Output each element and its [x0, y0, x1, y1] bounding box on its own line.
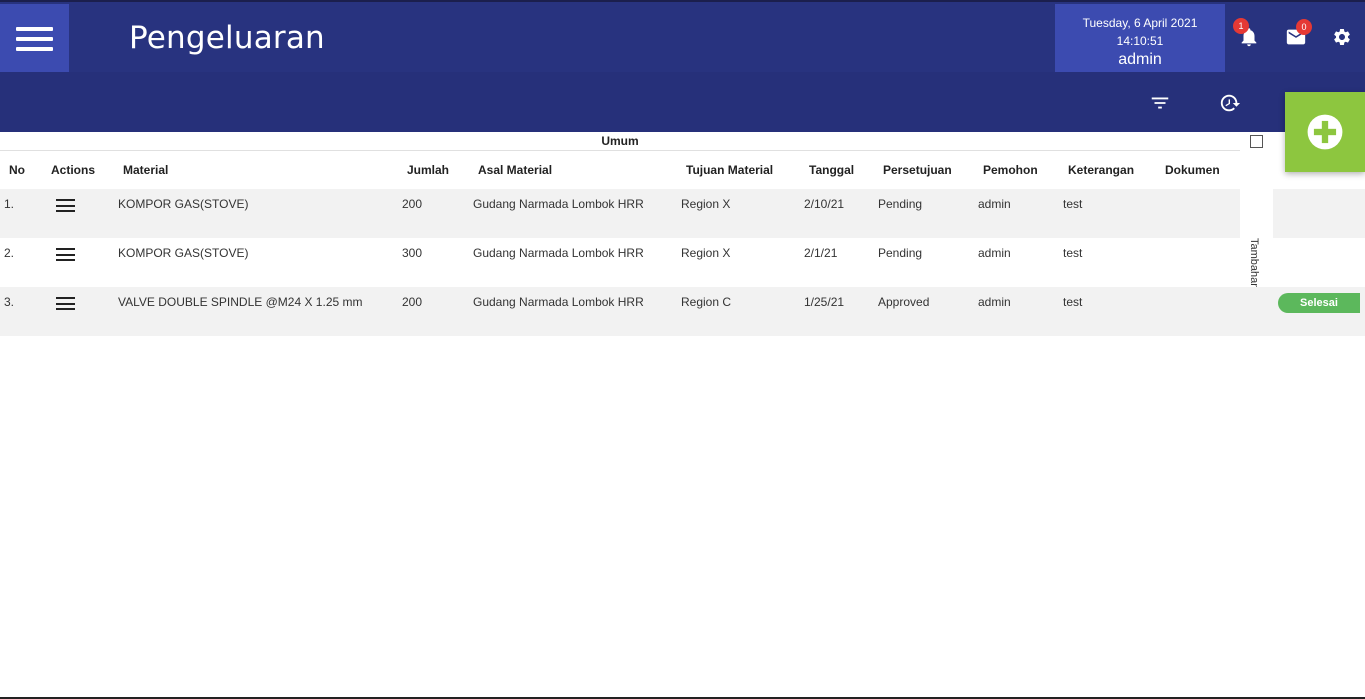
- group-header-umum: Umum: [0, 132, 1240, 151]
- page-title: Pengeluaran: [129, 20, 325, 56]
- refresh-icon: [1220, 94, 1241, 112]
- gear-icon: [1334, 28, 1350, 45]
- cell-persetujuan: Pending: [878, 246, 923, 260]
- cell-tujuan-material: Region X: [681, 246, 731, 260]
- col-header-no[interactable]: No: [9, 163, 25, 177]
- date-user-box: Tuesday, 6 April 2021 14:10:51 admin: [1055, 4, 1225, 74]
- side-label-tambahan: Tambahan: [1248, 238, 1260, 290]
- filter-button[interactable]: [1149, 92, 1171, 114]
- table-row[interactable]: 2. KOMPOR GAS(STOVE) 300 Gudang Narmada …: [0, 238, 1240, 287]
- cell-material: KOMPOR GAS(STOVE): [118, 246, 249, 260]
- cell-keterangan: test: [1063, 295, 1083, 309]
- top-bar: Pengeluaran Tuesday, 6 April 2021 14:10:…: [0, 0, 1365, 74]
- col-header-tujuan-material[interactable]: Tujuan Material: [686, 163, 773, 177]
- cell-asal-material: Gudang Narmada Lombok HRR: [473, 197, 644, 211]
- refresh-button[interactable]: [1219, 92, 1241, 114]
- notifications-badge: 1: [1233, 18, 1249, 34]
- cell-jumlah: 300: [402, 246, 423, 260]
- current-date: Tuesday, 6 April 2021: [1082, 16, 1198, 30]
- row-actions-menu-icon[interactable]: [56, 297, 75, 310]
- cell-no: 2.: [4, 246, 15, 260]
- col-header-persetujuan[interactable]: Persetujuan: [883, 163, 952, 177]
- status-badge-selesai[interactable]: Selesai: [1278, 293, 1360, 313]
- cell-pemohon: admin: [978, 246, 1011, 260]
- cell-asal-material: Gudang Narmada Lombok HRR: [473, 246, 644, 260]
- messages-button[interactable]: 0: [1285, 19, 1312, 50]
- col-header-pemohon[interactable]: Pemohon: [983, 163, 1038, 177]
- cell-no: 3.: [4, 295, 15, 309]
- col-header-material[interactable]: Material: [123, 163, 168, 177]
- cell-persetujuan: Pending: [878, 197, 923, 211]
- cell-pemohon: admin: [978, 197, 1011, 211]
- cell-tanggal: 2/1/21: [804, 246, 838, 260]
- cell-no: 1.: [4, 197, 15, 211]
- cell-tanggal: 1/25/21: [804, 295, 845, 309]
- filter-icon: [1151, 97, 1169, 109]
- table-header: No Actions Material Jumlah Asal Material…: [0, 151, 1240, 189]
- cell-pemohon: admin: [978, 295, 1011, 309]
- row-actions-menu-icon[interactable]: [56, 199, 75, 212]
- col-header-actions[interactable]: Actions: [51, 163, 95, 177]
- toolbar: [0, 72, 1365, 132]
- col-header-jumlah[interactable]: Jumlah: [407, 163, 449, 177]
- cell-material: KOMPOR GAS(STOVE): [118, 197, 249, 211]
- row-1-extra-cell: [1273, 189, 1365, 238]
- cell-tujuan-material: Region X: [681, 197, 731, 211]
- cell-asal-material: Gudang Narmada Lombok HRR: [473, 295, 644, 309]
- table-row[interactable]: 3. VALVE DOUBLE SPINDLE @M24 X 1.25 mm 2…: [0, 287, 1240, 336]
- table-row[interactable]: 1. KOMPOR GAS(STOVE) 200 Gudang Narmada …: [0, 189, 1240, 238]
- select-all-checkbox[interactable]: [1250, 135, 1263, 148]
- col-header-keterangan[interactable]: Keterangan: [1068, 163, 1134, 177]
- col-header-dokumen[interactable]: Dokumen: [1165, 163, 1220, 177]
- messages-badge: 0: [1296, 19, 1312, 35]
- cell-jumlah: 200: [402, 197, 423, 211]
- cell-material: VALVE DOUBLE SPINDLE @M24 X 1.25 mm: [118, 295, 363, 309]
- notifications-button[interactable]: 1: [1233, 18, 1262, 50]
- col-header-asal-material[interactable]: Asal Material: [478, 163, 552, 177]
- menu-button[interactable]: [0, 4, 69, 74]
- user-name[interactable]: admin: [1055, 51, 1225, 69]
- cell-keterangan: test: [1063, 197, 1083, 211]
- current-time: 14:10:51: [1116, 34, 1164, 48]
- settings-button[interactable]: [1332, 24, 1358, 50]
- cell-tanggal: 2/10/21: [804, 197, 845, 211]
- cell-persetujuan: Approved: [878, 295, 930, 309]
- cell-keterangan: test: [1063, 246, 1083, 260]
- row-actions-menu-icon[interactable]: [56, 248, 75, 261]
- col-header-tanggal[interactable]: Tanggal: [809, 163, 854, 177]
- add-button[interactable]: [1285, 92, 1365, 172]
- cell-tujuan-material: Region C: [681, 295, 732, 309]
- add-icon: [1307, 114, 1343, 150]
- menu-icon: [16, 27, 53, 51]
- cell-jumlah: 200: [402, 295, 423, 309]
